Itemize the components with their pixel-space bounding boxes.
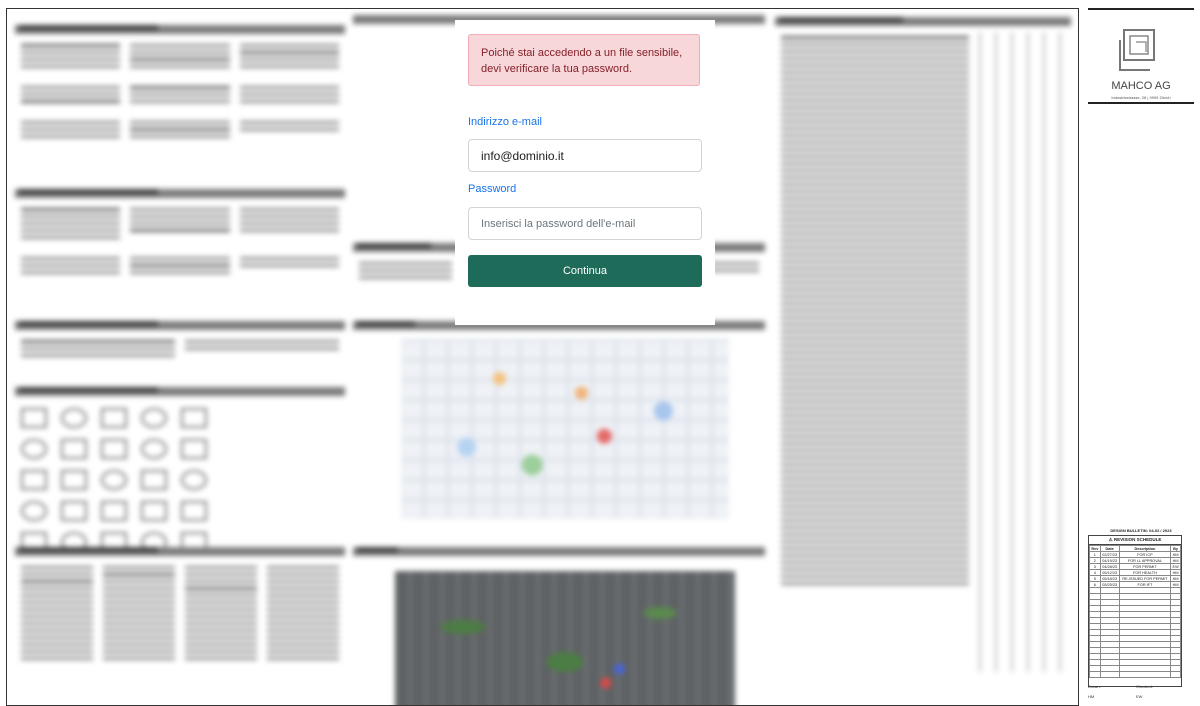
password-label: Password xyxy=(468,183,517,195)
email-label: Indirizzo e-mail xyxy=(468,116,542,128)
revision-row-empty xyxy=(1089,671,1181,678)
panel-symbols xyxy=(15,385,345,557)
company-logo-icon xyxy=(1119,29,1155,71)
panel-utility xyxy=(15,319,345,361)
design-bulletin: DESIGN BULLETIN: 04-02 / 2023 xyxy=(1110,528,1172,533)
revision-table: Rev Date Description By 1 02/27/23 FOR ICP… xyxy=(1089,545,1181,678)
revision-schedule: ⚠ REVISION SCHEDULE Rev Date Description… xyxy=(1088,535,1182,687)
panel-site-plan xyxy=(353,545,765,562)
revision-title-text: REVISION SCHEDULE xyxy=(1113,537,1162,542)
title-block-top-rule xyxy=(1088,8,1194,10)
drawn-label: Drawn: xyxy=(1088,684,1101,689)
email-field[interactable] xyxy=(468,139,702,172)
company-address: Industriestrasse, 28 | 9999 Zürich xyxy=(1111,95,1171,100)
warning-triangle-icon: ⚠ xyxy=(1108,537,1113,542)
continue-button[interactable]: Continua xyxy=(468,255,702,287)
aerial-photo-image xyxy=(395,571,735,705)
sensitive-file-alert: Poiché stai accedendo a un file sensibil… xyxy=(468,34,700,86)
checked-label: Checked: xyxy=(1136,684,1153,689)
password-field[interactable] xyxy=(468,207,702,240)
panel-parcel-info xyxy=(15,187,345,278)
panel-abbreviations xyxy=(15,545,345,664)
vicinity-map-image xyxy=(401,339,729,519)
drawn-by: HM xyxy=(1088,694,1095,699)
panel-sheet-index xyxy=(775,15,1071,672)
revision-schedule-title: ⚠ REVISION SCHEDULE xyxy=(1089,536,1181,545)
title-block-mid-rule xyxy=(1088,102,1194,104)
password-verification-modal: Poiché stai accedendo a un file sensibil… xyxy=(455,20,715,325)
company-name: MAHCO AG xyxy=(1111,80,1171,92)
panel-project-info xyxy=(15,23,345,142)
checked-by: EW xyxy=(1136,694,1143,699)
title-block: MAHCO AG Industriestrasse, 28 | 9999 Zür… xyxy=(1088,8,1194,704)
